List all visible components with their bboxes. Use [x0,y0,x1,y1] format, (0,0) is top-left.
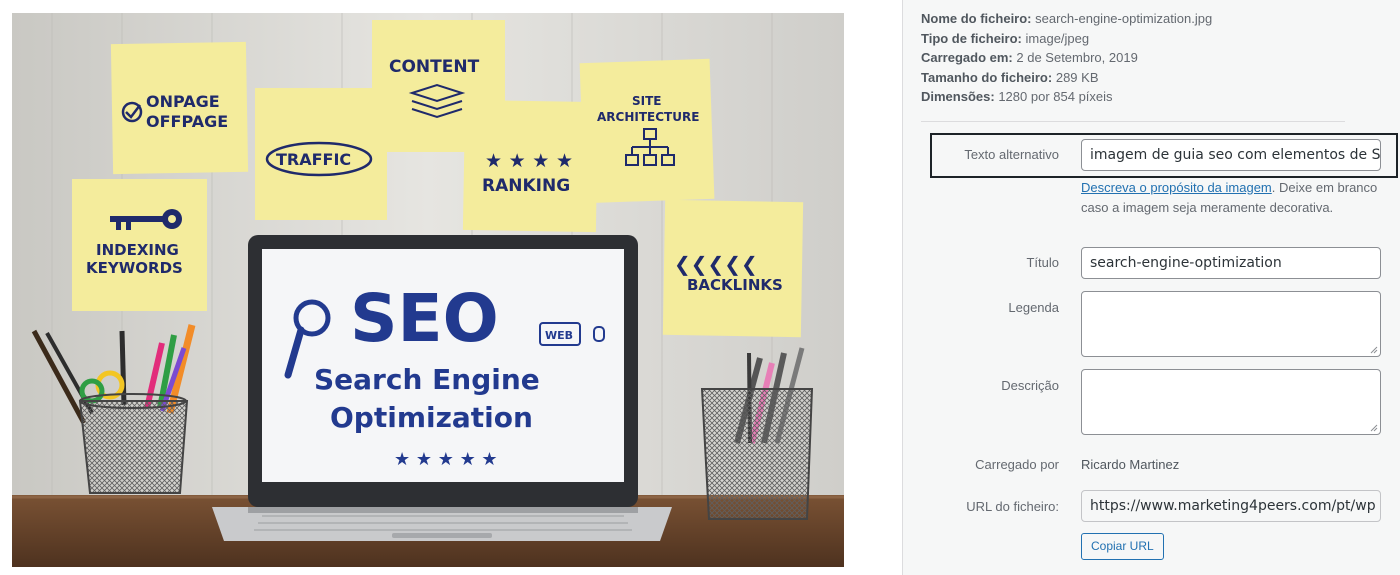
file-type-row: Tipo de ficheiro: image/jpeg [921,29,1212,49]
attachment-details-pane: Nome do ficheiro: search-engine-optimiza… [903,0,1400,575]
highlight-box [930,133,1398,178]
upload-date-label: Carregado em: [921,50,1013,65]
screen-line-1: Search Engine [314,363,540,396]
alt-text-help: Descreva o propósito da imagem. Deixe em… [1081,178,1381,217]
screen-line-2: Optimization [330,401,533,434]
file-info: Nome do ficheiro: search-engine-optimiza… [921,9,1212,107]
note-text-offpage: OFFPAGE [146,112,228,131]
note-text-ranking: RANKING [482,176,570,196]
uploaded-by-value: Ricardo Martinez [1081,457,1180,472]
upload-date-value: 2 de Setembro, 2019 [1016,50,1138,65]
description-label: Descrição [1001,378,1059,393]
note-text-content: CONTENT [389,57,480,77]
note-text-indexing: INDEXING [96,241,179,259]
file-name-row: Nome do ficheiro: search-engine-optimiza… [921,9,1212,29]
file-type-value: image/jpeg [1025,30,1090,46]
screen-title-seo: SEO [350,280,499,357]
file-size-label: Tamanho do ficheiro: [921,69,1053,85]
note-text-traffic: TRAFFIC [276,150,351,169]
resize-grip-icon[interactable] [1370,346,1378,354]
dimensions-row: Dimensões: 1280 por 854 píxeis [921,87,1212,107]
dimensions-label: Dimensões: [921,89,995,104]
description-textarea[interactable] [1081,369,1381,435]
sticky-note-onpage: ONPAGE OFFPAGE [110,41,249,175]
note-text-keywords: KEYWORDS [86,259,183,277]
file-name-value: search-engine-optimization.jpg [1035,11,1213,26]
file-type-label: Tipo de ficheiro: [921,30,1022,46]
sticky-note-backlinks: ❮❮❮❮❮ BACKLINKS [662,199,804,338]
sticky-note-traffic: TRAFFIC [255,88,387,220]
file-url-input[interactable]: https://www.marketing4peers.com/pt/wp [1081,490,1381,522]
note-text-site: SITE [632,94,662,108]
title-input[interactable]: search-engine-optimization [1081,247,1381,279]
title-label: Título [1026,255,1059,270]
note-text-architecture: ARCHITECTURE [597,110,699,124]
upload-date-row: Carregado em: 2 de Setembro, 2019 [921,48,1212,68]
svg-text:❮❮❮❮❮: ❮❮❮❮❮ [674,252,758,276]
caption-textarea[interactable] [1081,291,1381,357]
sticky-note-architecture: SITE ARCHITECTURE [579,58,715,204]
section-divider [921,121,1345,122]
resize-grip-icon[interactable] [1370,424,1378,432]
seo-desk-photo: ONPAGE OFFPAGE TRAFFIC CONTENT ★ ★ ★ ★ R… [12,13,844,567]
sticky-note-ranking: ★ ★ ★ ★ RANKING [462,99,599,233]
note-text-onpage: ONPAGE [146,92,220,111]
svg-text:★ ★ ★ ★: ★ ★ ★ ★ [485,150,573,172]
file-size-value: 289 KB [1055,69,1099,85]
attachment-image[interactable]: ONPAGE OFFPAGE TRAFFIC CONTENT ★ ★ ★ ★ R… [12,13,844,567]
note-text-backlinks: BACKLINKS [687,276,783,294]
file-url-label: URL do ficheiro: [966,499,1059,514]
copy-url-button[interactable]: Copiar URL [1081,533,1164,560]
alt-text-help-link[interactable]: Descreva o propósito da imagem [1081,180,1272,195]
sticky-note-indexing: INDEXING KEYWORDS [72,179,207,311]
uploaded-by-label: Carregado por [975,457,1059,472]
file-size-row: Tamanho do ficheiro: 289 KB [921,68,1212,88]
svg-text:★ ★ ★ ★ ★: ★ ★ ★ ★ ★ [394,449,498,470]
image-preview-pane: ONPAGE OFFPAGE TRAFFIC CONTENT ★ ★ ★ ★ R… [0,0,902,575]
caption-label: Legenda [1008,300,1059,315]
file-name-label: Nome do ficheiro: [921,11,1032,26]
screen-web-label: WEB [545,329,573,342]
dimensions-value: 1280 por 854 píxeis [998,89,1113,104]
